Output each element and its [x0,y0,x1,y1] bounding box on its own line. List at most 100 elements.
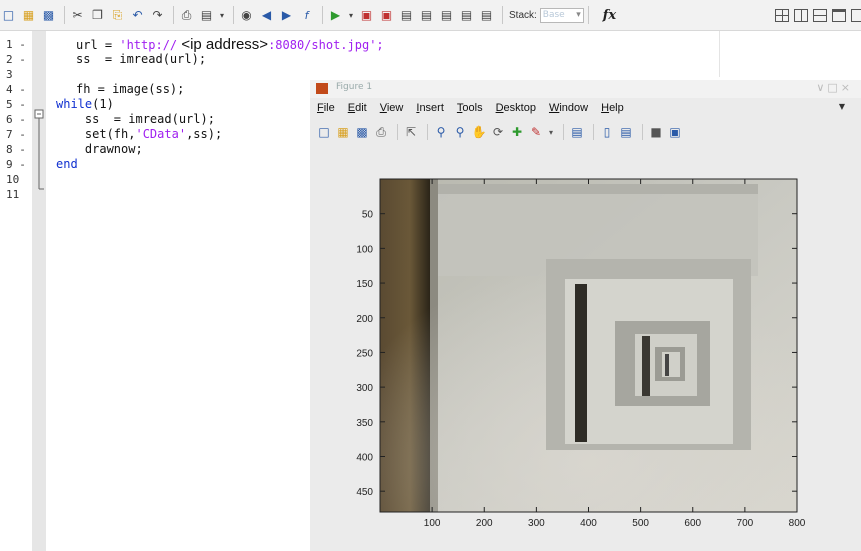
fold-marker-icon[interactable] [34,109,46,193]
line-number: 4 - [6,83,26,96]
code-line[interactable]: drawnow; [56,142,143,157]
undo-icon[interactable]: ↶ [129,6,146,24]
save-icon[interactable]: ▩ [354,124,370,140]
code-line[interactable]: url = 'http:// <ip address>:8080/shot.jp… [76,37,384,53]
y-tick-label: 400 [356,453,373,464]
menubar-arrow-icon[interactable]: ▼ [839,102,845,111]
code-token: while [56,97,93,111]
preview-icon[interactable]: ▤ [198,6,215,24]
close-icon[interactable]: × [841,81,853,94]
open-icon[interactable]: ▦ [335,124,351,140]
dropdown-arrow-icon[interactable]: ▾ [347,6,355,24]
y-tick-label: 50 [362,210,374,221]
zoom-out-icon[interactable]: ⚲ [452,124,468,140]
code-line[interactable]: ss = imread(url); [76,52,206,67]
tile-icon[interactable] [775,8,789,22]
float-icon[interactable] [832,8,846,22]
print-icon[interactable]: ⎙ [178,6,195,24]
function-icon[interactable]: f [298,6,315,24]
window-controls[interactable]: ∨□× [816,81,853,94]
image-axes[interactable]: 100 200 300 400 500 600 700 800 50 100 150 200 250 3… [356,178,806,529]
x-tick-label: 300 [528,518,545,529]
menu-edit[interactable]: Edit [348,102,367,114]
show-tools-icon[interactable]: ▣ [667,124,683,140]
data-cursor-icon[interactable]: ✚ [509,124,525,140]
menu-window[interactable]: Window [549,102,588,114]
ip-address-annotation: <ip address> [177,36,269,53]
code-token: :8080/shot.jpg'; [268,38,384,52]
step-icon[interactable]: ▤ [398,6,415,24]
image-inner-toolbar [438,184,758,194]
open-folder-icon[interactable]: ▦ [20,6,37,24]
code-token: fh = image(ss); [76,82,185,96]
x-tick-label: 800 [789,518,806,529]
line-number: 2 - [6,53,26,66]
figure-titlebar[interactable]: Figure 1 ∨□× [310,80,861,98]
code-token: 'CData' [135,127,187,141]
image-nested-inner2 [662,352,680,377]
code-token: end [56,157,78,171]
forward-arrow-icon[interactable]: ▶ [278,6,295,24]
zoom-in-icon[interactable]: ⚲ [433,124,449,140]
dropdown-arrow-icon[interactable]: ▾ [547,124,555,140]
split-horizontal-icon[interactable] [813,8,827,22]
undock-icon[interactable] [851,8,861,22]
image-nested-dark [575,284,587,442]
find-icon[interactable]: ◉ [238,6,255,24]
toolbar-divider [502,6,503,24]
menu-tools[interactable]: Tools [457,102,483,114]
minimize-icon[interactable]: ∨ [816,81,827,94]
step-out-icon[interactable]: ▤ [438,6,455,24]
code-line[interactable]: set(fh,'CData',ss); [56,127,222,142]
run-icon[interactable]: ▶ [327,6,344,24]
breakpoint-set-icon[interactable]: ▣ [358,6,375,24]
new-figure-icon[interactable]: □ [316,124,332,140]
step-in-icon[interactable]: ▤ [418,6,435,24]
cut-icon[interactable]: ✂ [69,6,86,24]
menu-file[interactable]: File [317,102,335,114]
y-tick-label: 300 [356,383,373,394]
maximize-icon[interactable]: □ [827,81,840,94]
pointer-icon[interactable]: ⇱ [403,124,419,140]
legend-icon[interactable]: ▤ [618,124,634,140]
split-vertical-icon[interactable] [794,8,808,22]
back-arrow-icon[interactable]: ◀ [258,6,275,24]
figure-window[interactable]: Figure 1 ∨□× File Edit View Insert Tools Desk… [310,80,861,551]
paste-icon[interactable]: ⎘ [109,6,126,24]
x-tick-label: 400 [580,518,597,529]
fx-icon[interactable]: fx [603,8,616,23]
link-icon[interactable]: ▤ [569,124,585,140]
y-tick-label: 350 [356,418,373,429]
colorbar-icon[interactable]: ▯ [599,124,615,140]
code-line[interactable]: fh = image(ss); [76,82,184,97]
line-number: 3 [6,68,13,81]
code-token: ss = imread(url); [56,112,215,126]
redo-icon[interactable]: ↷ [149,6,166,24]
hide-tools-icon[interactable]: ■ [648,124,664,140]
figure-canvas: 100 200 300 400 500 600 700 800 50 100 150 200 250 3… [356,178,806,529]
x-tick-label: 200 [476,518,493,529]
menu-insert[interactable]: Insert [416,102,444,114]
dropdown-arrow-icon[interactable]: ▾ [218,6,226,24]
copy-icon[interactable]: ❐ [89,6,106,24]
print-icon[interactable]: ⎙ [373,124,389,140]
code-line[interactable]: while(1) [56,97,114,112]
y-tick-label: 150 [356,279,373,290]
save-icon[interactable]: ▩ [40,6,57,24]
exit-debug-icon[interactable]: ▤ [478,6,495,24]
rotate-icon[interactable]: ⟳ [490,124,506,140]
continue-icon[interactable]: ▤ [458,6,475,24]
stack-select[interactable]: Base ▾ [539,7,584,23]
code-line[interactable]: ss = imread(url); [56,112,215,127]
toolbar-divider [593,124,594,140]
code-line[interactable]: end [56,157,78,172]
menu-desktop[interactable]: Desktop [496,102,536,114]
menu-help[interactable]: Help [601,102,624,114]
pan-icon[interactable]: ✋ [471,124,487,140]
right-margin-line [719,31,720,77]
brush-icon[interactable]: ✎ [528,124,544,140]
menu-view[interactable]: View [380,102,404,114]
breakpoint-clear-icon[interactable]: ▣ [378,6,395,24]
new-file-icon[interactable]: □ [0,6,17,24]
y-tick-label: 450 [356,487,373,498]
